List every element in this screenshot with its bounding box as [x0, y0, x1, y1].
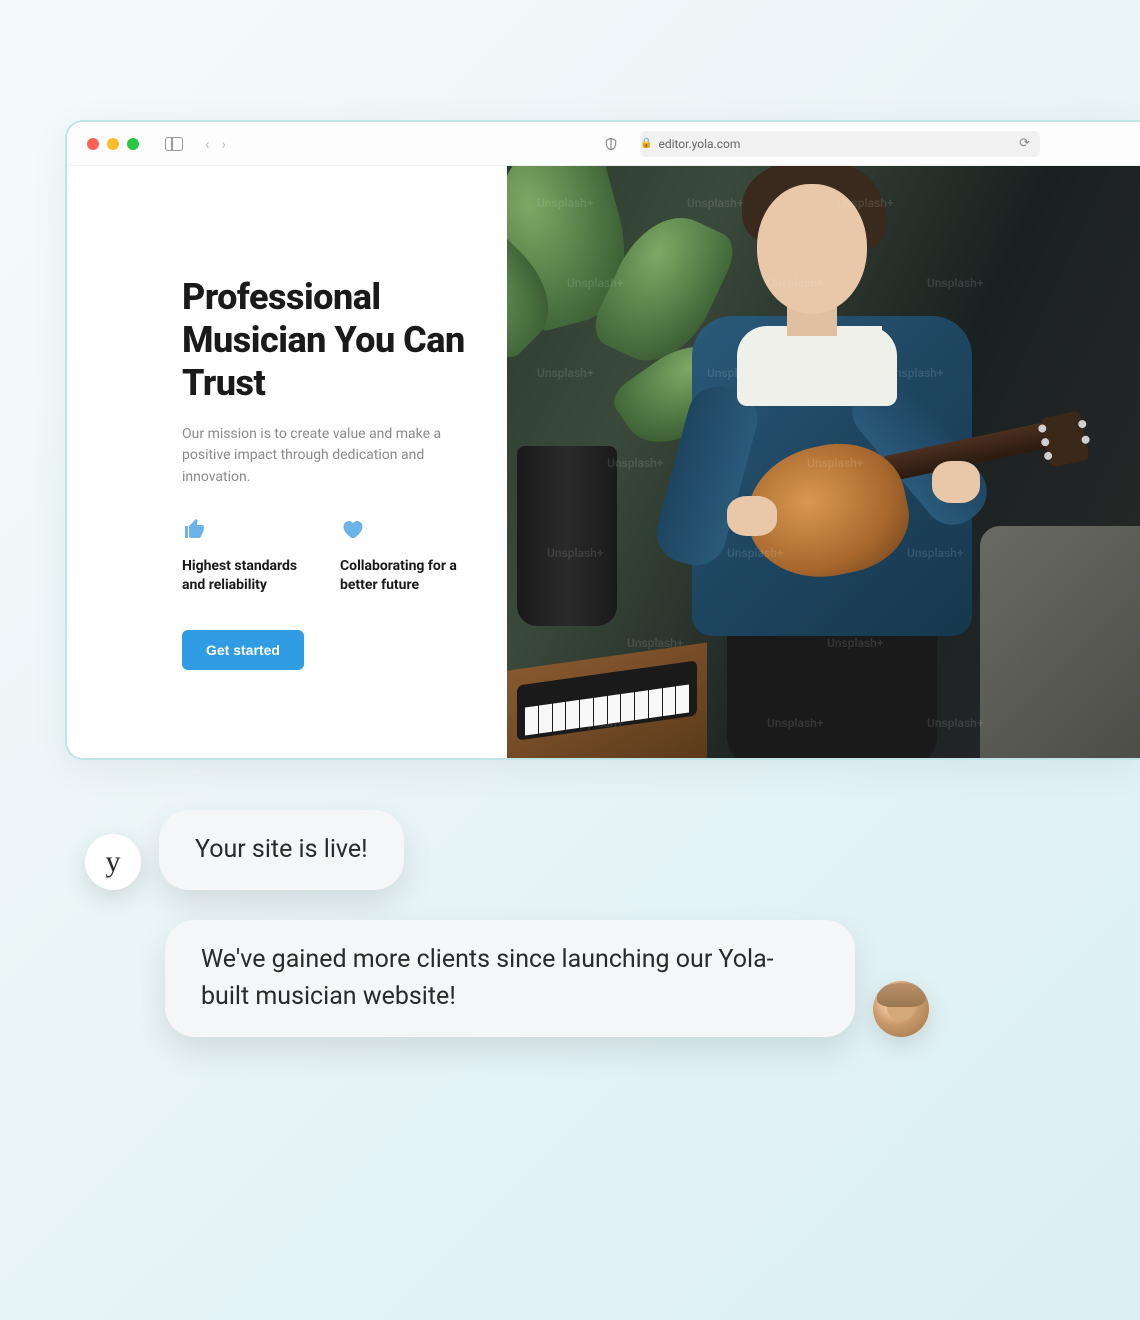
- page-content: Professional Musician You Can Trust Our …: [67, 166, 1140, 758]
- hero-subtitle: Our mission is to create value and make …: [182, 424, 442, 489]
- heart-icon: [340, 517, 470, 541]
- forward-button[interactable]: ›: [222, 135, 227, 153]
- feature-standards: Highest standards and reliability: [182, 517, 312, 596]
- features-row: Highest standards and reliability Collab…: [182, 517, 487, 596]
- feature-collaboration: Collaborating for a better future: [340, 517, 470, 596]
- browser-chrome: ‹ › 🔒 editor.yola.com ⟳: [67, 122, 1140, 166]
- hero-title: Professional Musician You Can Trust: [182, 276, 487, 406]
- close-window-button[interactable]: [87, 138, 99, 150]
- feature-text: Collaborating for a better future: [340, 557, 470, 596]
- url-text: editor.yola.com: [658, 137, 740, 151]
- maximize-window-button[interactable]: [127, 138, 139, 150]
- address-bar[interactable]: 🔒 editor.yola.com ⟳: [640, 131, 1040, 157]
- window-controls: [87, 138, 139, 150]
- chat-bubble: We've gained more clients since launchin…: [165, 920, 855, 1037]
- brand-avatar: y: [85, 834, 141, 890]
- hero-left: Professional Musician You Can Trust Our …: [67, 166, 507, 758]
- browser-window: ‹ › 🔒 editor.yola.com ⟳ Professional Mus…: [65, 120, 1140, 760]
- reload-icon[interactable]: ⟳: [1019, 136, 1030, 151]
- minimize-window-button[interactable]: [107, 138, 119, 150]
- hero-image: Unsplash+ Unsplash+ Unsplash+ Unsplash+ …: [507, 166, 1140, 758]
- lock-icon: 🔒: [640, 138, 652, 149]
- get-started-button[interactable]: Get started: [182, 630, 304, 670]
- chat-area: y Your site is live! We've gained more c…: [85, 810, 1040, 1067]
- user-avatar: [873, 981, 929, 1037]
- feature-text: Highest standards and reliability: [182, 557, 312, 596]
- chat-message-user: We've gained more clients since launchin…: [85, 920, 1040, 1037]
- thumbs-up-icon: [182, 517, 312, 541]
- privacy-shield-icon[interactable]: [604, 136, 618, 152]
- chat-message-brand: y Your site is live!: [85, 810, 1040, 890]
- chat-bubble: Your site is live!: [159, 810, 404, 890]
- sidebar-toggle-icon[interactable]: [165, 137, 183, 151]
- nav-arrows: ‹ ›: [205, 135, 226, 153]
- brand-initial: y: [106, 845, 121, 879]
- back-button[interactable]: ‹: [205, 135, 210, 153]
